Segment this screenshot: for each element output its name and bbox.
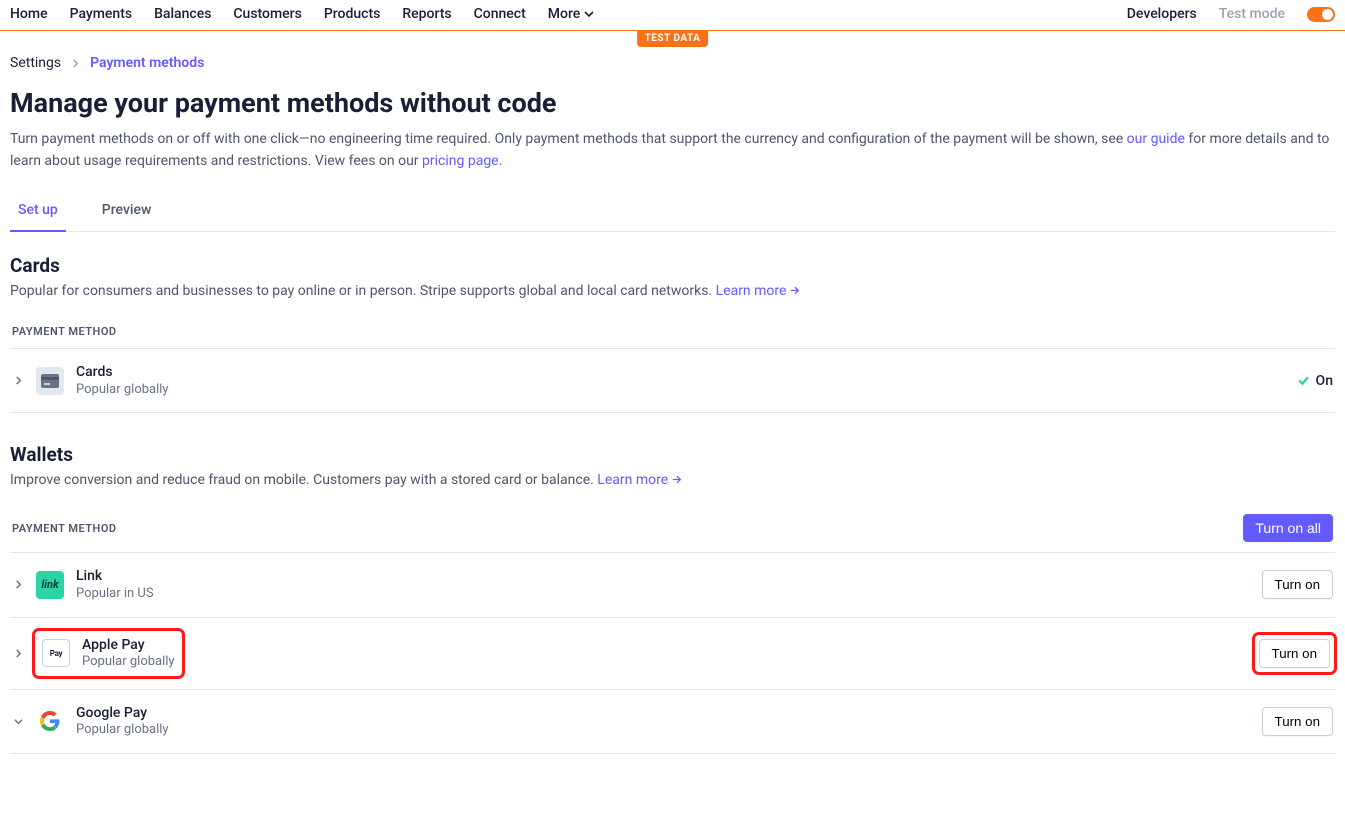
top-nav-left: Home Payments Balances Customers Product…: [10, 6, 594, 22]
pm-link-sub: Popular in US: [76, 586, 1250, 603]
pm-cards-status-label: On: [1316, 373, 1333, 389]
test-data-badge: TEST DATA: [637, 31, 709, 47]
turn-on-all-button[interactable]: Turn on all: [1243, 514, 1333, 542]
card-icon: [36, 367, 64, 395]
nav-more[interactable]: More: [548, 6, 595, 22]
section-wallets-title: Wallets: [10, 443, 1335, 466]
tab-setup[interactable]: Set up: [10, 198, 66, 232]
nav-home[interactable]: Home: [10, 6, 48, 22]
tab-preview[interactable]: Preview: [94, 198, 160, 231]
pm-apple-name: Apple Pay: [82, 636, 175, 654]
breadcrumb-current[interactable]: Payment methods: [90, 55, 204, 71]
arrow-right-icon: [672, 475, 682, 484]
pm-apple-sub: Popular globally: [82, 654, 175, 671]
pm-cards-sub: Popular globally: [76, 382, 1285, 399]
nav-connect[interactable]: Connect: [474, 6, 526, 22]
page-title: Manage your payment methods without code: [10, 87, 1335, 119]
chevron-right-icon: [71, 59, 80, 68]
pm-row-apple-pay[interactable]: Pay Apple Pay Popular globally Turn on: [10, 618, 1335, 690]
nav-balances[interactable]: Balances: [154, 6, 211, 22]
wallets-table-header: PAYMENT METHOD Turn on all: [10, 510, 1335, 553]
pm-row-link[interactable]: link Link Popular in US Turn on: [10, 553, 1335, 617]
desc-end: .: [499, 153, 503, 169]
pm-link-name: Link: [76, 567, 1250, 585]
pm-cards-name: Cards: [76, 363, 1285, 381]
cards-table-header: PAYMENT METHOD: [10, 321, 1335, 349]
nav-customers[interactable]: Customers: [233, 6, 301, 22]
top-nav-right: Developers Test mode: [1127, 6, 1335, 22]
apple-turn-on-highlight: Turn on: [1256, 636, 1333, 671]
google-pay-icon: [36, 707, 64, 735]
nav-payments[interactable]: Payments: [70, 6, 133, 22]
apple-pay-icon: Pay: [42, 639, 70, 667]
page-description: Turn payment methods on or off with one …: [10, 129, 1330, 172]
pm-row-cards[interactable]: Cards Popular globally On: [10, 349, 1335, 413]
nav-more-label: More: [548, 6, 581, 22]
section-wallets-desc: Improve conversion and reduce fraud on m…: [10, 472, 1335, 488]
pm-row-google-pay[interactable]: Google Pay Popular globally Turn on: [10, 690, 1335, 754]
pm-cards-text: Cards Popular globally: [76, 363, 1285, 398]
wallets-column-label: PAYMENT METHOD: [12, 522, 117, 535]
checkmark-icon: [1297, 374, 1310, 387]
cards-column-label: PAYMENT METHOD: [12, 325, 117, 338]
wallets-learn-more-link[interactable]: Learn more: [597, 472, 681, 488]
pm-cards-status: On: [1297, 373, 1333, 389]
section-cards-desc: Popular for consumers and businesses to …: [10, 283, 1335, 299]
nav-reports[interactable]: Reports: [402, 6, 451, 22]
chevron-right-icon[interactable]: [12, 649, 24, 658]
link-icon: link: [36, 571, 64, 599]
wallets-desc-text: Improve conversion and reduce fraud on m…: [10, 472, 597, 488]
breadcrumb-root[interactable]: Settings: [10, 55, 61, 71]
section-cards: Cards Popular for consumers and business…: [10, 254, 1335, 413]
pm-google-sub: Popular globally: [76, 722, 1250, 739]
desc-pre: Turn payment methods on or off with one …: [10, 131, 1127, 147]
turn-on-google-pay-button[interactable]: Turn on: [1262, 707, 1333, 736]
breadcrumb: Settings Payment methods: [10, 55, 1335, 71]
chevron-down-icon: [584, 9, 594, 19]
test-mode-label: Test mode: [1219, 6, 1285, 22]
nav-products[interactable]: Products: [324, 6, 381, 22]
pm-link-text: Link Popular in US: [76, 567, 1250, 602]
section-cards-title: Cards: [10, 254, 1335, 277]
chevron-right-icon[interactable]: [12, 580, 24, 589]
test-mode-toggle[interactable]: [1307, 7, 1335, 22]
pm-apple-text: Apple Pay Popular globally: [82, 636, 175, 671]
section-wallets: Wallets Improve conversion and reduce fr…: [10, 443, 1335, 753]
cards-desc-text: Popular for consumers and businesses to …: [10, 283, 716, 299]
chevron-down-icon[interactable]: [12, 717, 24, 726]
top-nav: Home Payments Balances Customers Product…: [0, 0, 1345, 31]
wallets-learn-more-label: Learn more: [597, 472, 668, 488]
arrow-right-icon: [790, 286, 800, 295]
turn-on-link-button[interactable]: Turn on: [1262, 570, 1333, 599]
chevron-right-icon[interactable]: [12, 376, 24, 385]
tabs: Set up Preview: [10, 198, 1335, 232]
page-content: Settings Payment methods Manage your pay…: [0, 31, 1345, 824]
apple-pay-highlight: Pay Apple Pay Popular globally: [36, 632, 181, 675]
cards-learn-more-link[interactable]: Learn more: [716, 283, 800, 299]
pm-google-text: Google Pay Popular globally: [76, 704, 1250, 739]
cards-learn-more-label: Learn more: [716, 283, 787, 299]
pm-google-name: Google Pay: [76, 704, 1250, 722]
guide-link[interactable]: our guide: [1127, 131, 1185, 147]
turn-on-apple-pay-button[interactable]: Turn on: [1259, 639, 1330, 668]
pricing-link[interactable]: pricing page: [422, 153, 499, 169]
nav-developers[interactable]: Developers: [1127, 6, 1197, 22]
